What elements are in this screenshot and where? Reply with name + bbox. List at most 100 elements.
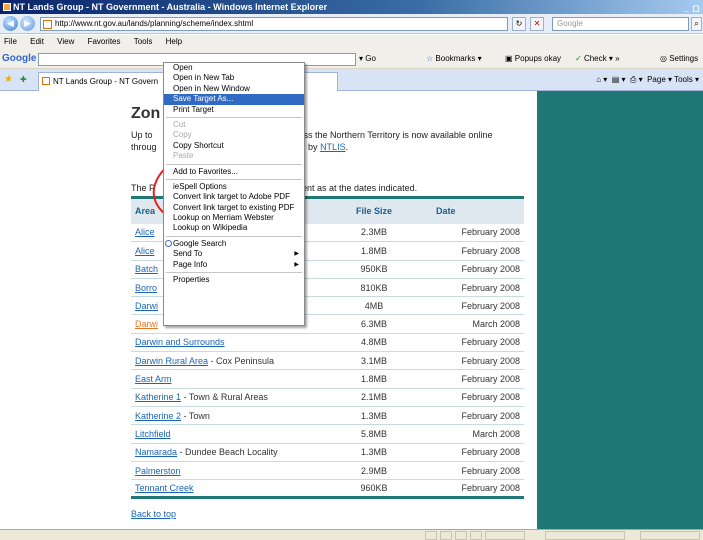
- area-cell: Darwin and Surrounds: [131, 333, 334, 353]
- table-row: Tennant Creek 960KB February 2008: [131, 479, 524, 500]
- context-menu-item-convert-link-target-to-adobe-pdf[interactable]: Convert link target to Adobe PDF: [164, 192, 304, 202]
- area-link[interactable]: Litchfield: [135, 429, 171, 439]
- back-to-top-link[interactable]: Back to top: [131, 509, 176, 519]
- context-menu-item-copy: Copy: [173, 130, 192, 140]
- search-icon[interactable]: ⌕: [691, 17, 702, 31]
- forward-button[interactable]: ▶: [20, 16, 35, 31]
- popup-icon: ▣: [505, 54, 513, 63]
- menu-favorites[interactable]: Favorites: [88, 37, 121, 46]
- stop-button[interactable]: ✕: [530, 17, 544, 31]
- page-favicon-icon: [43, 20, 52, 29]
- header-file-size: File Size: [334, 196, 414, 224]
- refresh-button[interactable]: ↻: [512, 17, 526, 31]
- area-link[interactable]: Borro: [135, 283, 157, 293]
- area-link[interactable]: Darwin Rural Area: [135, 356, 208, 366]
- menu-separator: [166, 272, 302, 274]
- google-icon: [165, 239, 172, 247]
- table-row: Namarada - Dundee Beach Locality 1.3MB Feb…: [131, 443, 524, 462]
- area-cell: Litchfield: [131, 424, 334, 444]
- context-menu-item-lookup-on-merriam-webster[interactable]: Lookup on Merriam Webster: [164, 213, 304, 223]
- area-link[interactable]: Alice: [135, 227, 155, 237]
- back-button[interactable]: ◀: [3, 16, 18, 31]
- area-link[interactable]: Darwi: [135, 319, 158, 329]
- minimize-button[interactable]: _: [681, 1, 691, 15]
- google-settings-button[interactable]: ◎ Settings: [660, 49, 698, 69]
- search-input[interactable]: Google: [552, 17, 689, 31]
- date-cell: February 2008: [414, 388, 524, 407]
- context-menu-item-google-search[interactable]: Google Search: [164, 239, 304, 249]
- address-input[interactable]: http://www.nt.gov.au/lands/planning/sche…: [40, 17, 508, 31]
- maximize-button[interactable]: ◻: [691, 1, 701, 15]
- date-cell: February 2008: [414, 351, 524, 371]
- context-menu-item-send-to[interactable]: Send To ▶: [164, 249, 304, 259]
- context-menu-item-paste: Paste: [173, 151, 194, 161]
- area-link[interactable]: Palmerston: [135, 466, 181, 476]
- context-menu-item-page-info[interactable]: Page Info ▶: [164, 260, 304, 270]
- context-menu-item-add-to-favorites[interactable]: Add to Favorites...: [164, 167, 304, 177]
- spell-check-button[interactable]: ✓ Check ▾ »: [575, 49, 620, 69]
- add-favorite-icon[interactable]: ✚: [20, 69, 27, 91]
- page-title: Zon: [131, 105, 161, 122]
- tab-favicon-icon: [42, 77, 50, 85]
- date-cell: February 2008: [414, 461, 524, 481]
- date-cell: March 2008: [414, 314, 524, 334]
- area-cell: Namarada - Dundee Beach Locality: [131, 443, 334, 462]
- context-menu-item-convert-link-target-to-existing-pdf[interactable]: Convert link target to existing PDF: [164, 203, 304, 213]
- date-cell: March 2008: [414, 424, 524, 444]
- ntlis-link[interactable]: NTLIS: [320, 142, 346, 152]
- file-size-cell: 960KB: [334, 479, 414, 500]
- area-link[interactable]: Katherine 2: [135, 411, 181, 421]
- file-size-cell: 4MB: [334, 296, 414, 316]
- context-menu-item-open-in-new-tab[interactable]: Open in New Tab: [164, 73, 304, 83]
- table-row: Katherine 2 - Town 1.3MB February 2008: [131, 406, 524, 426]
- file-size-cell: 4.8MB: [334, 333, 414, 353]
- security-zone[interactable]: [545, 531, 625, 540]
- menu-file[interactable]: File: [4, 37, 17, 46]
- menu-separator: [166, 235, 302, 237]
- menu-help[interactable]: Help: [166, 37, 182, 46]
- zoom-control[interactable]: [640, 531, 700, 540]
- area-link[interactable]: Darwi: [135, 301, 158, 311]
- date-cell: February 2008: [414, 443, 524, 462]
- context-menu-item-open[interactable]: Open: [164, 63, 304, 73]
- window-controls: _ ◻: [681, 1, 701, 15]
- file-size-cell: 2.9MB: [334, 461, 414, 481]
- context-menu-item-properties[interactable]: Properties: [164, 275, 304, 285]
- context-menu-item-iespell-options[interactable]: ieSpell Options: [164, 182, 304, 192]
- bookmarks-button[interactable]: ☆ Bookmarks ▾: [426, 49, 482, 69]
- area-link[interactable]: Alice: [135, 246, 155, 256]
- context-menu-item-open-in-new-window[interactable]: Open in New Window: [164, 84, 304, 94]
- area-link[interactable]: Tennant Creek: [135, 483, 194, 493]
- table-row: East Arm 1.8MB February 2008: [131, 369, 524, 389]
- google-logo[interactable]: Google: [2, 49, 36, 69]
- context-menu: Open Open in New Tab Open in New Window Sav…: [163, 62, 305, 326]
- favorites-star-icon[interactable]: ★: [4, 69, 13, 91]
- command-bar-tools[interactable]: ⌂ ▾ ▤ ▾ ⎙ ▾ Page ▾ Tools ▾: [596, 69, 699, 91]
- menu-edit[interactable]: Edit: [30, 37, 44, 46]
- menu-view[interactable]: View: [57, 37, 74, 46]
- date-cell: February 2008: [414, 296, 524, 316]
- area-cell: East Arm: [131, 369, 334, 389]
- table-row: Darwin and Surrounds 4.8MB February 2008: [131, 333, 524, 353]
- context-menu-item-lookup-on-wikipedia[interactable]: Lookup on Wikipedia: [164, 223, 304, 233]
- google-go-button[interactable]: ▾ Go: [359, 49, 376, 69]
- context-menu-item-copy-shortcut[interactable]: Copy Shortcut: [164, 141, 304, 151]
- submenu-arrow-icon: ▶: [294, 261, 299, 268]
- area-link[interactable]: Katherine 1: [135, 392, 181, 402]
- menu-tools[interactable]: Tools: [134, 37, 153, 46]
- date-cell: February 2008: [414, 369, 524, 389]
- area-link[interactable]: East Arm: [135, 374, 172, 384]
- context-menu-item-print-target[interactable]: Print Target: [164, 105, 304, 115]
- tab-bar: ★ ✚ NT Lands Group - NT Govern ⌂ ▾ ▤ ▾ ⎙…: [0, 69, 703, 91]
- area-suffix: - Cox Peninsula: [208, 355, 275, 366]
- area-link[interactable]: Namarada: [135, 447, 177, 457]
- area-link[interactable]: Darwin and Surrounds: [135, 337, 225, 347]
- menu-separator: [166, 116, 302, 118]
- file-size-cell: 810KB: [334, 278, 414, 298]
- area-link[interactable]: Batch: [135, 264, 158, 274]
- file-size-cell: 950KB: [334, 260, 414, 279]
- context-menu-item-save-target-as[interactable]: Save Target As...: [164, 94, 304, 105]
- check-icon: ✓: [575, 54, 582, 63]
- file-size-cell: 2.3MB: [334, 223, 414, 243]
- popups-button[interactable]: ▣ Popups okay: [505, 49, 561, 69]
